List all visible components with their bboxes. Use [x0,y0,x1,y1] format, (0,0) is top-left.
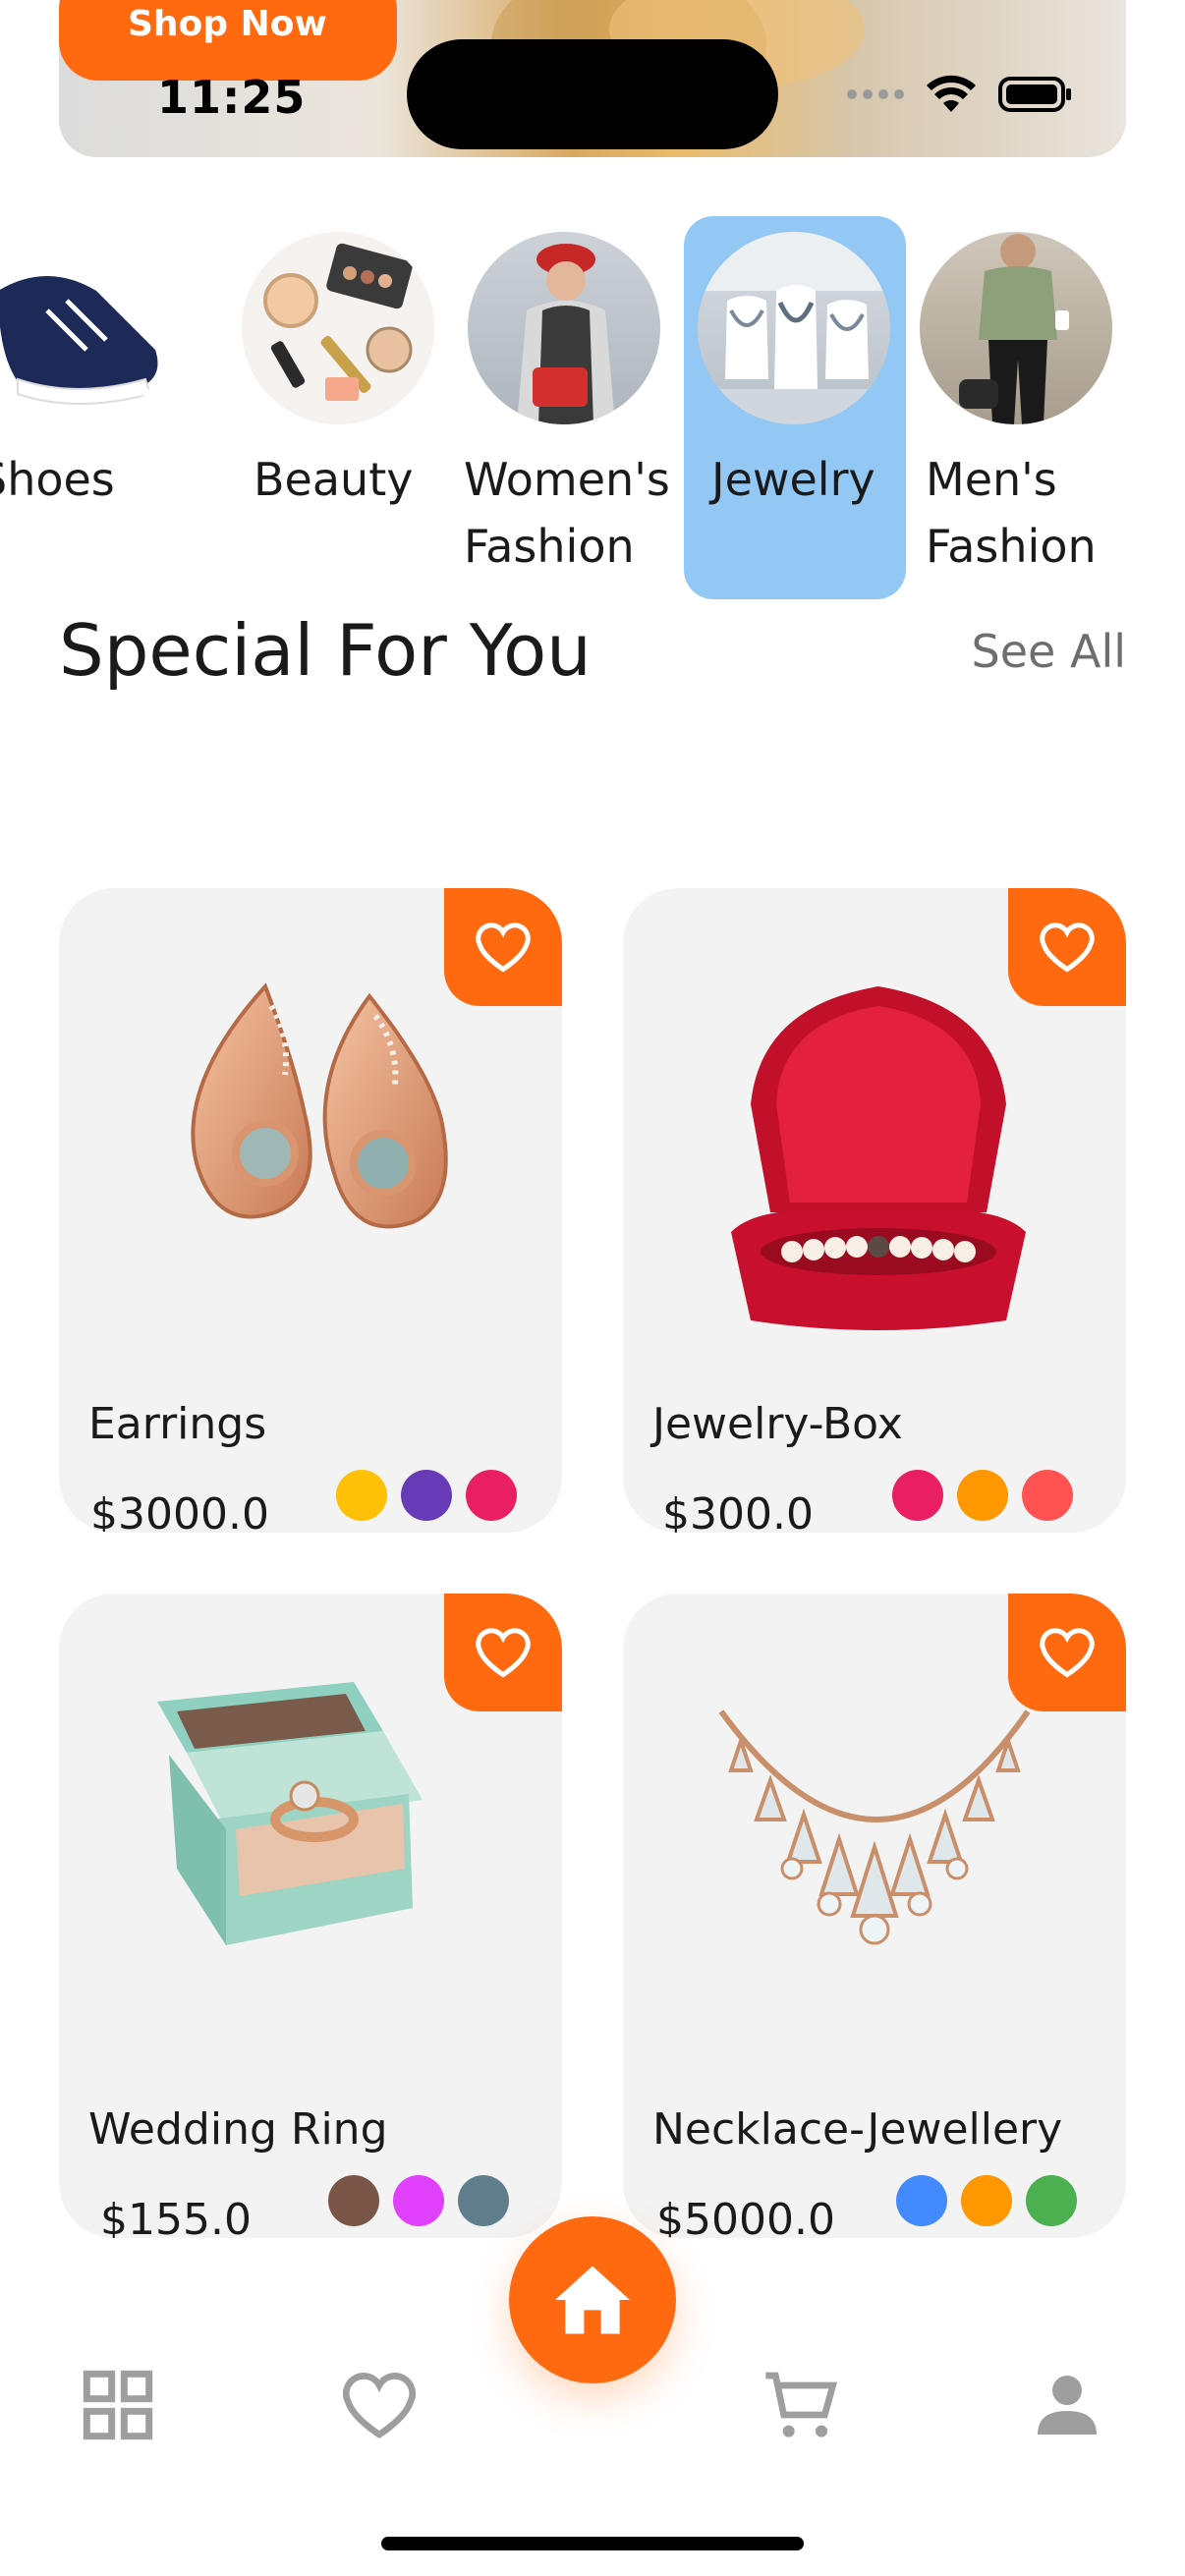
category-jewelry[interactable]: Jewelry [684,216,906,599]
favorite-button[interactable] [444,888,562,1006]
color-swatch[interactable] [961,2175,1012,2226]
dynamic-island [407,39,778,149]
product-card-earrings[interactable]: Earrings $3000.0 [59,888,562,1533]
signal-icon [847,89,904,99]
section-title: Special For You [59,609,592,692]
favorite-button[interactable] [444,1594,562,1711]
color-swatch[interactable] [401,1470,452,1521]
product-price: $300.0 [662,1489,814,1533]
grid-icon [83,2370,153,2440]
cart-icon [765,2372,838,2437]
wedding-ring-image [118,1672,503,1987]
color-options [328,2175,509,2226]
nav-favorites[interactable] [340,2366,419,2444]
status-icons [847,75,1073,114]
color-options [336,1470,517,1521]
category-label: Women's Fashion [464,453,670,573]
color-swatch[interactable] [458,2175,509,2226]
battery-icon [998,77,1071,112]
color-swatch[interactable] [1022,1470,1073,1521]
favorite-button[interactable] [1008,888,1126,1006]
product-card-necklace[interactable]: Necklace-Jewellery $5000.0 [623,1594,1126,2238]
color-swatch[interactable] [328,2175,379,2226]
color-swatch[interactable] [892,1470,943,1521]
color-swatch[interactable] [1026,2175,1077,2226]
heart-icon [476,1628,531,1678]
jewelry-box-image [682,967,1067,1330]
heart-icon [1040,1628,1095,1678]
mens-fashion-image [920,232,1112,424]
product-name: Earrings [88,1399,267,1449]
category-shoes[interactable]: Shoes [0,216,200,599]
heart-icon [476,923,531,973]
home-button[interactable] [509,2216,676,2383]
product-card-wedding-ring[interactable]: Wedding Ring $155.0 [59,1594,562,2238]
category-label: Beauty [254,453,414,506]
color-swatch[interactable] [957,1470,1008,1521]
jewelry-image [698,232,890,424]
color-swatch[interactable] [336,1470,387,1521]
shop-now-button[interactable]: Shop Now [59,0,397,81]
product-price: $5000.0 [656,2195,835,2238]
see-all-link[interactable]: See All [972,625,1126,678]
heart-icon [343,2373,416,2438]
nav-profile[interactable] [1028,2366,1106,2444]
home-indicator [381,2537,804,2550]
product-price: $155.0 [100,2195,252,2238]
color-options [892,1470,1073,1521]
product-card-jewelry-box[interactable]: Jewelry-Box $300.0 [623,888,1126,1533]
category-mens-fashion[interactable]: Men's Fashion [920,216,1142,599]
color-swatch[interactable] [466,1470,517,1521]
category-womens-fashion[interactable]: Women's Fashion [464,216,690,599]
earrings-image [118,967,503,1281]
heart-icon [1040,923,1095,973]
category-strip[interactable]: Shoes Beauty Women's F [0,216,1185,609]
category-label: Men's Fashion [926,453,1097,573]
category-label: Jewelry [711,453,875,506]
status-time: 11:25 [157,71,307,124]
product-price: $3000.0 [90,1489,269,1533]
category-beauty[interactable]: Beauty [242,216,464,599]
person-icon [1038,2376,1097,2435]
nav-categories[interactable] [79,2366,157,2444]
necklace-image [682,1672,1067,1987]
shoes-image [0,232,171,424]
beauty-image [242,232,434,424]
favorite-button[interactable] [1008,1594,1126,1711]
category-label: Shoes [0,453,115,506]
wifi-icon [927,75,976,112]
color-options [896,2175,1077,2226]
color-swatch[interactable] [393,2175,444,2226]
product-name: Jewelry-Box [652,1399,903,1449]
nav-cart[interactable] [762,2366,841,2444]
product-name: Wedding Ring [88,2104,388,2155]
product-name: Necklace-Jewellery [652,2104,1063,2155]
womens-fashion-image [468,232,660,424]
home-icon [555,2266,630,2334]
color-swatch[interactable] [896,2175,947,2226]
